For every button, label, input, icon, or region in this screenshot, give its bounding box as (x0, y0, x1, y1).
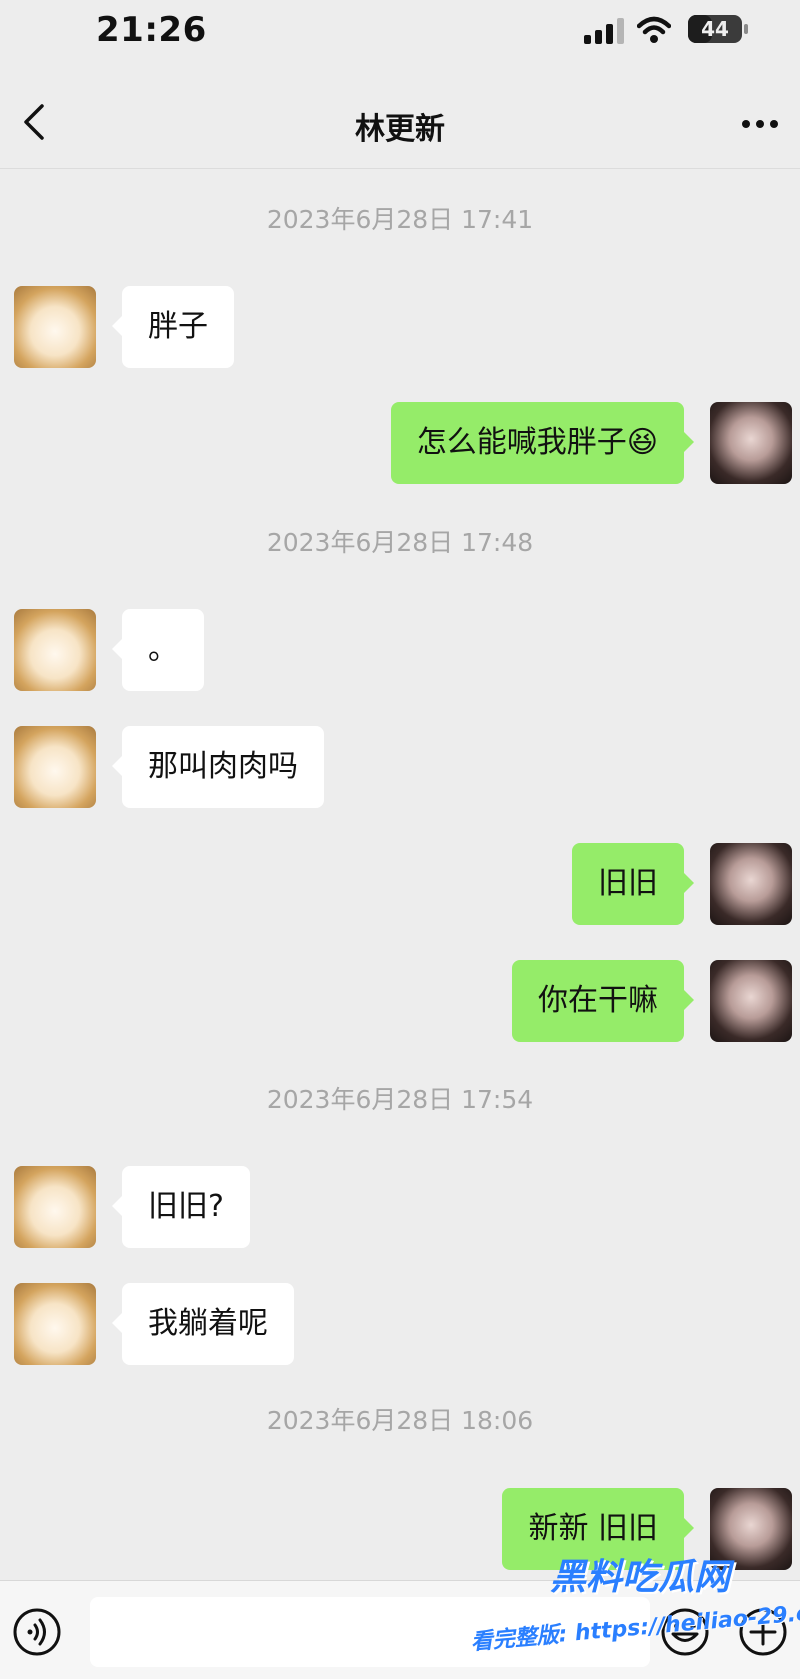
timestamp: 2023年6月28日 17:54 (266, 1085, 534, 1114)
status-bar: 21:26 44 (0, 0, 800, 60)
battery-level: 44 (701, 17, 729, 41)
battery-tip (744, 24, 748, 34)
user-avatar[interactable] (710, 402, 792, 484)
timestamp: 2023年6月28日 17:48 (266, 528, 534, 557)
user-avatar[interactable] (710, 843, 792, 925)
contact-avatar[interactable] (14, 1283, 96, 1365)
message-bubble-received[interactable]: 旧旧? (112, 1166, 250, 1248)
watermark-title: 黑料吃瓜网 (550, 1557, 731, 1598)
message-bubble-sent[interactable]: 旧旧 (572, 843, 694, 925)
message-bubble-received[interactable]: 胖子 (112, 286, 234, 368)
battery-icon: 44 (688, 15, 742, 43)
contact-avatar[interactable] (14, 726, 96, 808)
more-dots-icon[interactable] (740, 118, 780, 130)
contact-avatar[interactable] (14, 1166, 96, 1248)
status-time: 21:26 (96, 10, 207, 50)
wifi-icon (637, 16, 671, 43)
timestamp: 2023年6月28日 17:41 (266, 205, 534, 234)
watermark: 黑料吃瓜网 看完整版: https://heiliao-29.com (470, 1548, 800, 1668)
chat-title: 林更新 (355, 112, 445, 147)
user-avatar[interactable] (710, 960, 792, 1042)
voice-icon[interactable] (12, 1607, 62, 1657)
message-bubble-received[interactable]: 。 (112, 609, 204, 691)
watermark-url: 看完整版: https://heiliao-29.com (469, 1597, 800, 1656)
message-bubble-sent[interactable]: 你在干嘛 (512, 960, 694, 1042)
message-bubble-received[interactable]: 那叫肉肉吗 (112, 726, 324, 808)
chat-header: 林更新 (0, 60, 800, 169)
contact-avatar[interactable] (14, 286, 96, 368)
timestamp: 2023年6月28日 18:06 (266, 1406, 534, 1435)
contact-avatar[interactable] (14, 609, 96, 691)
message-list[interactable]: 2023年6月28日 17:41 胖子 怎么能喊我胖子😆 2023年6月28日 … (0, 168, 800, 1580)
message-bubble-received[interactable]: 我躺着呢 (112, 1283, 294, 1365)
cellular-signal-icon (584, 18, 624, 44)
message-bubble-sent[interactable]: 怎么能喊我胖子😆 (390, 402, 695, 484)
